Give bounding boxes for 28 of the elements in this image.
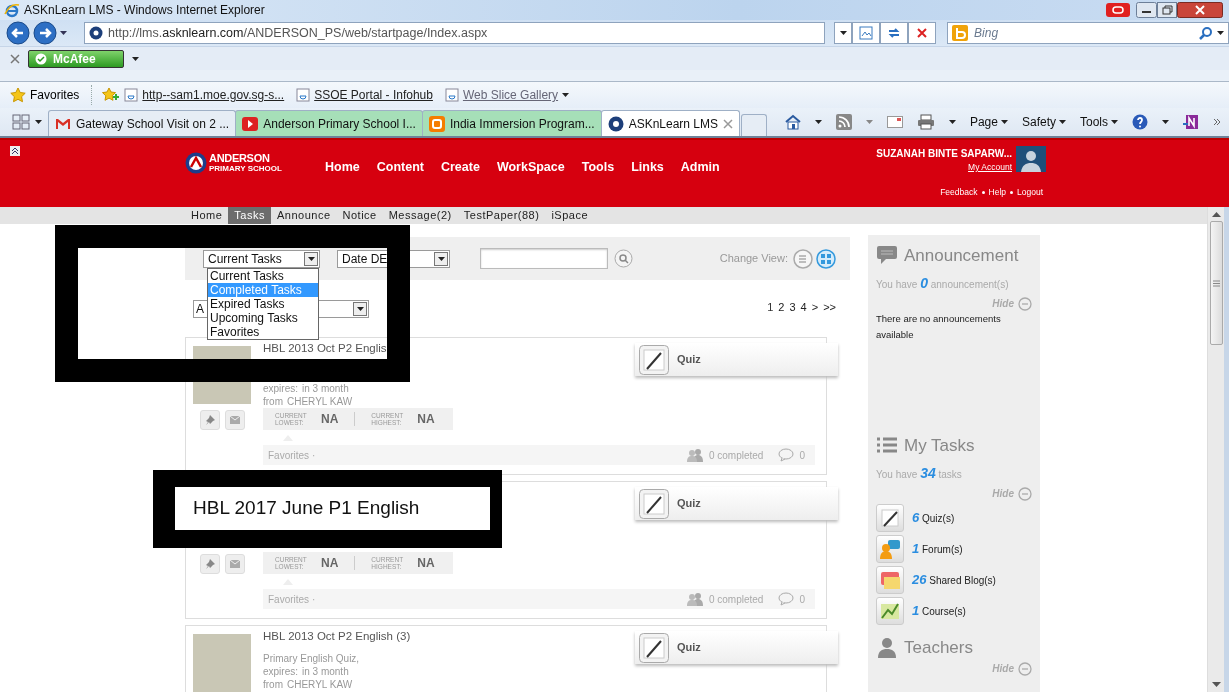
from-label: from: [263, 395, 283, 408]
expiry-label: expires:: [263, 382, 298, 395]
comment-count: 0: [799, 592, 805, 607]
window-title: ASKnLearn LMS - Windows Internet Explorer: [24, 2, 265, 19]
section-summary: You have 34 tasks: [876, 464, 963, 483]
stat-value: NA: [417, 555, 435, 572]
stat-value: NA: [417, 411, 435, 428]
user-name: SUZANAH BINTE SAPARW...: [876, 147, 1012, 161]
empty-message: There are no announcements available: [876, 312, 1002, 342]
expiry-label: expires:: [263, 665, 298, 678]
annotation-label: HBL 2017 June P1 English: [175, 487, 490, 530]
section-title: My Tasks: [904, 436, 975, 456]
stat-value: NA: [321, 555, 339, 572]
view-label: Change View:: [719, 251, 788, 267]
section-title: Announcement: [904, 246, 1019, 266]
task-type-tag: Quiz: [635, 343, 838, 376]
task-description: Primary English Quiz,: [263, 652, 361, 665]
stat-value: NA: [321, 411, 339, 428]
task-type-tag: Quiz: [635, 631, 838, 664]
logo-text: ANDERSON: [209, 153, 271, 164]
task-type-tag: Quiz: [635, 487, 838, 520]
completed-count: 0 completed: [708, 592, 764, 607]
completed-count: 0 completed: [708, 448, 764, 463]
from-label: from: [263, 678, 283, 691]
logo-subtitle: PRIMARY SCHOOL: [209, 164, 282, 173]
comment-count: 0: [799, 448, 805, 463]
section-title: Teachers: [904, 638, 973, 658]
section-summary: You have 0 announcement(s): [876, 274, 1010, 293]
